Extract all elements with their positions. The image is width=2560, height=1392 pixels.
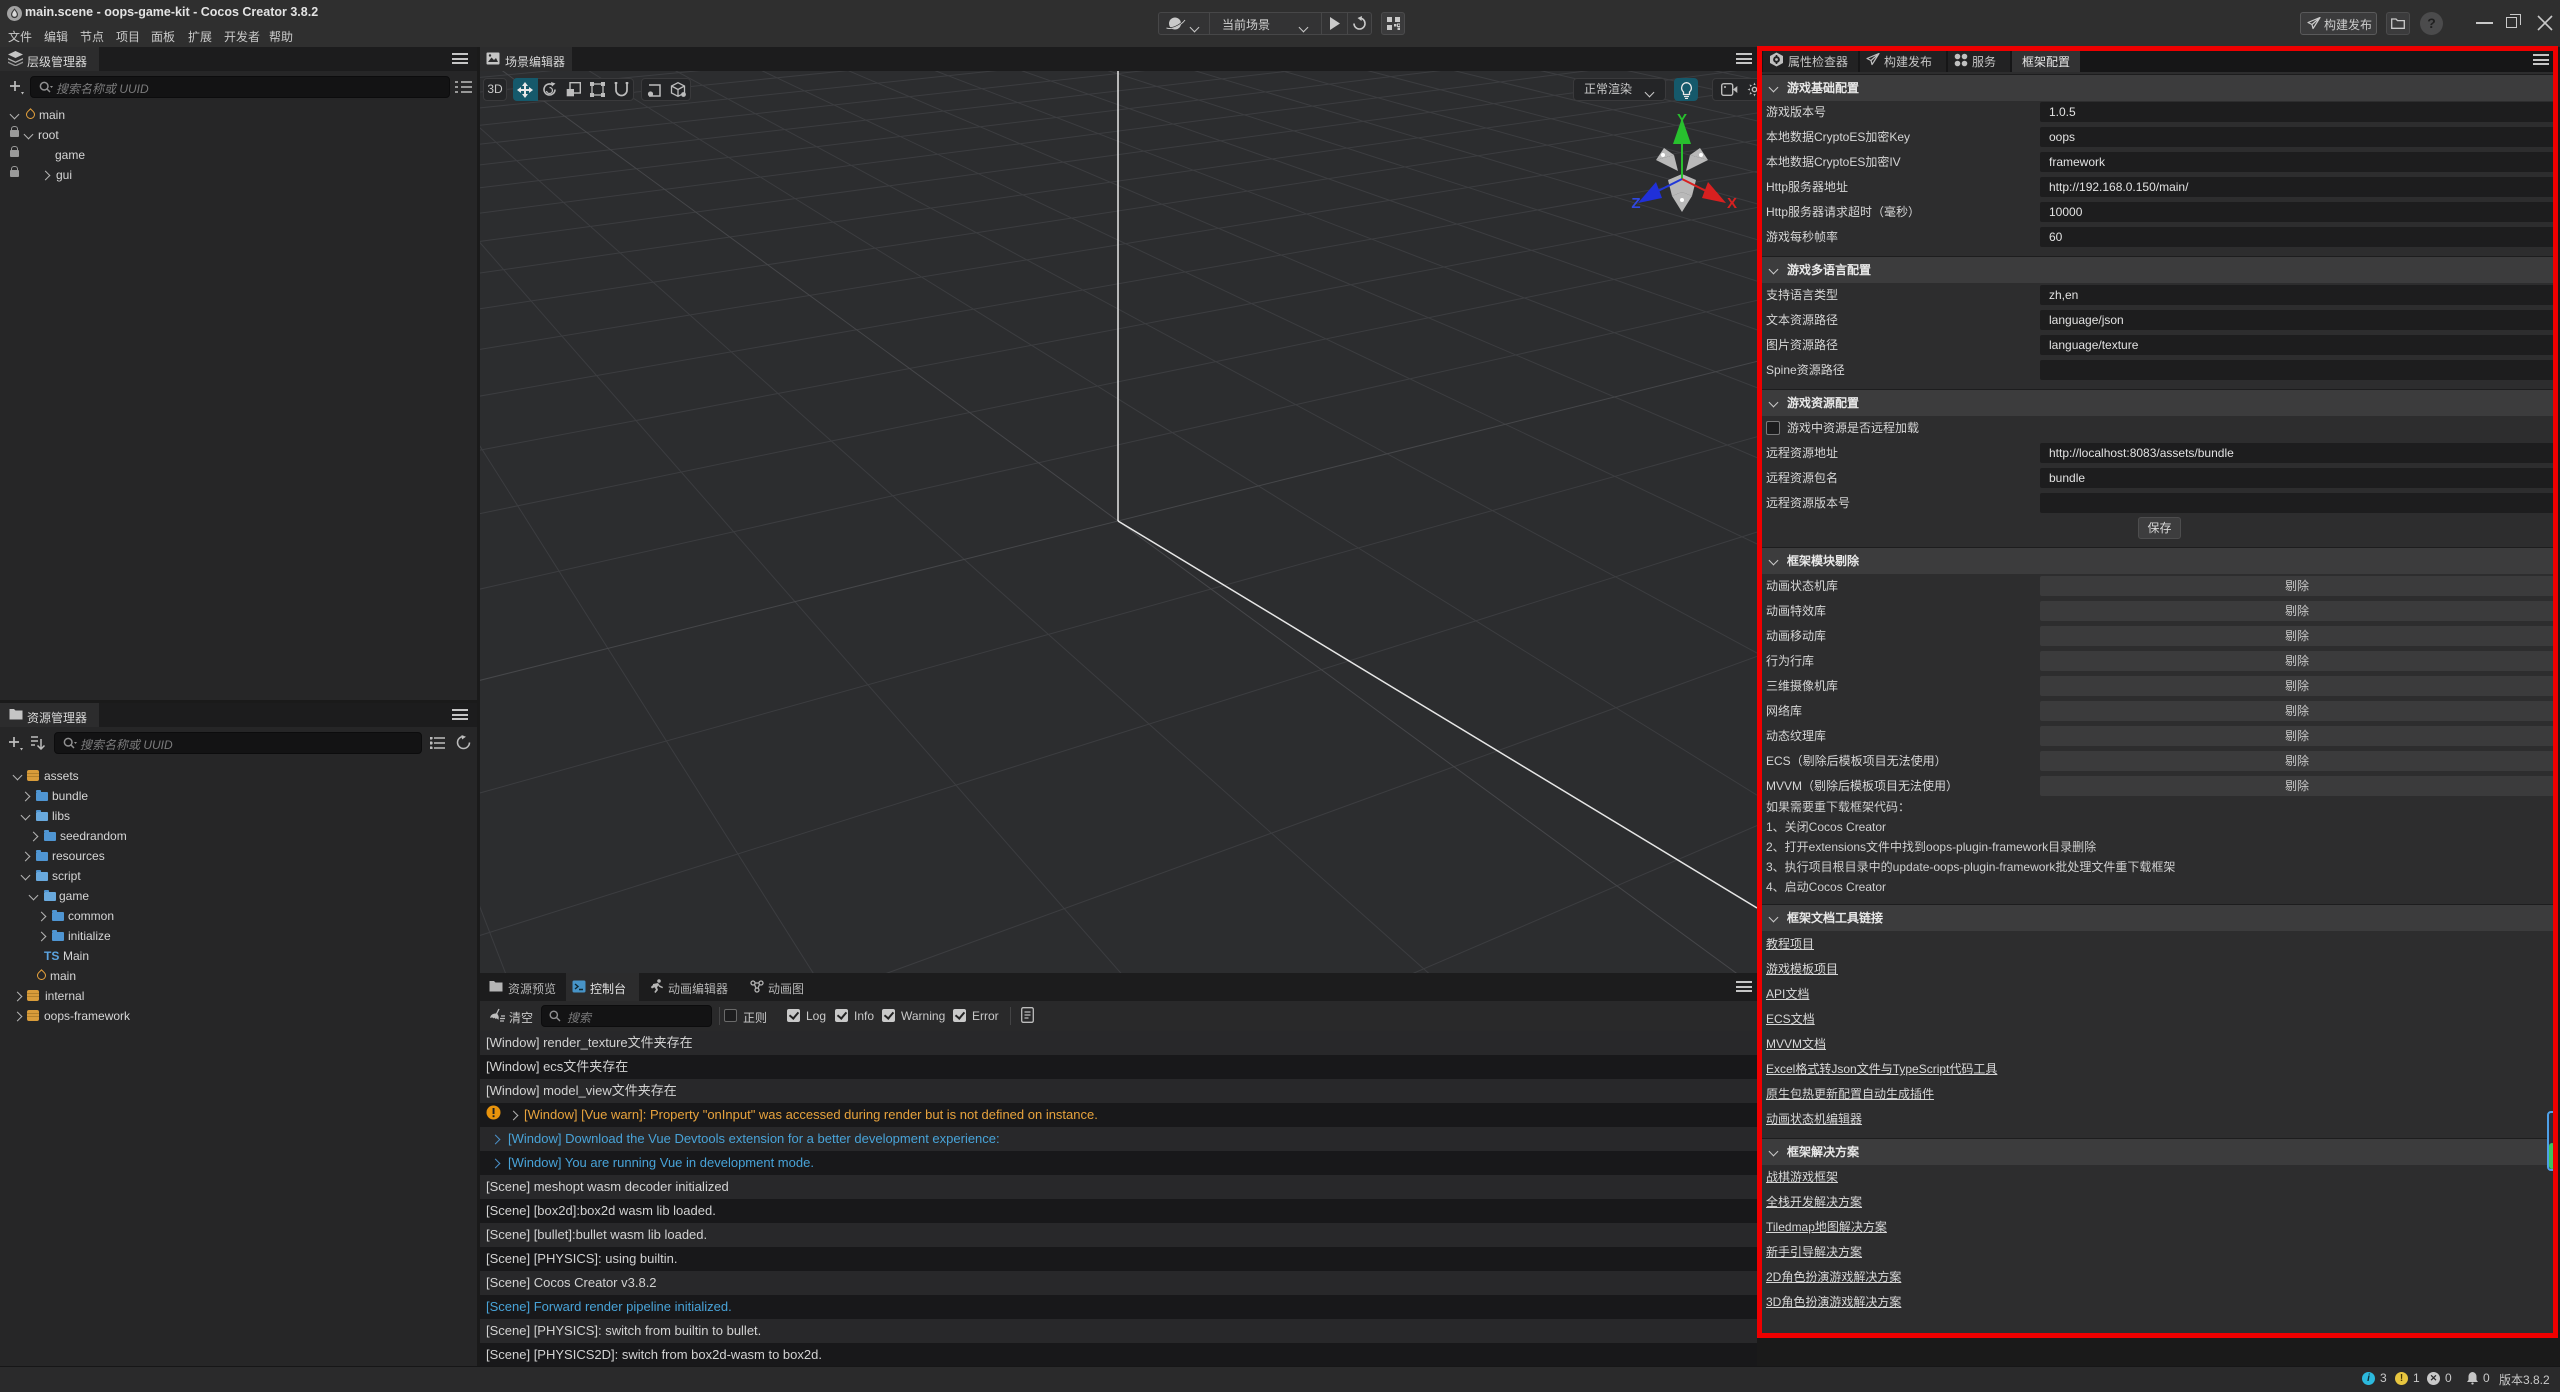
svg-text:X: X: [1727, 195, 1737, 212]
svg-text:Y: Y: [1677, 111, 1687, 128]
svg-text:Z: Z: [1631, 195, 1640, 212]
